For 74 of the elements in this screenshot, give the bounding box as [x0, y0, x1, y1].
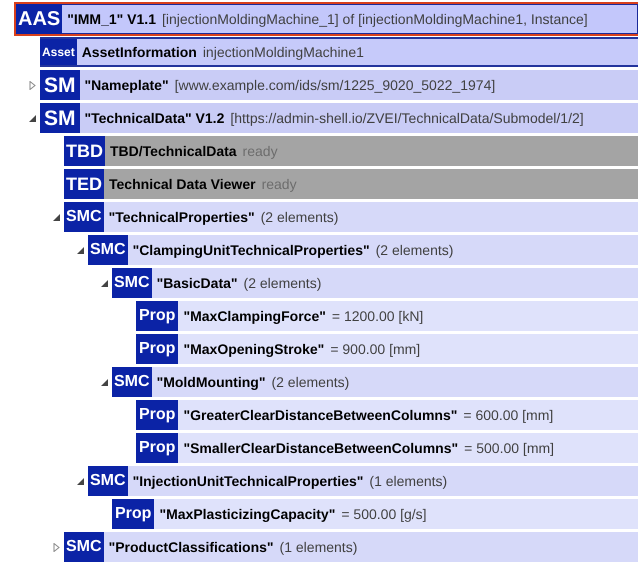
node-detail: (2 elements): [260, 208, 338, 227]
type-badge: Prop: [136, 400, 178, 430]
node-detail: = 500.00 [mm]: [464, 438, 554, 458]
triangle-icon[interactable]: [52, 212, 60, 222]
tree-node[interactable]: SMC "MoldMounting" (2 elements): [112, 367, 638, 397]
tree-node[interactable]: TBD TBD/TechnicalData ready: [64, 136, 638, 166]
type-badge: TBD: [64, 136, 105, 166]
tree-node[interactable]: SMC "ClampingUnitTechnicalProperties" (2 elements): [88, 235, 638, 265]
node-detail: ready: [262, 174, 297, 194]
tree-node[interactable]: SM "Nameplate" [www.example.com/ids/sm/1225_9020_5022_1974]: [40, 70, 638, 100]
node-detail: (2 elements): [271, 372, 350, 392]
node-name: "GreaterClearDistanceBetweenColumns": [183, 406, 458, 424]
node-name: Technical Data Viewer: [109, 174, 256, 194]
node-name: "ProductClassifications": [108, 538, 274, 556]
type-badge: Prop: [136, 433, 178, 463]
type-badge: SMC: [88, 235, 128, 265]
node-name: "TechnicalProperties": [108, 208, 255, 227]
tree-node[interactable]: SM "TechnicalData" V1.2 [https://admin-shell.io/ZVEI/TechnicalData/Submodel/1/2]: [40, 103, 638, 133]
type-badge: SMC: [112, 367, 152, 397]
node-detail: ready: [242, 142, 278, 161]
triangle-icon[interactable]: [76, 476, 84, 486]
node-name: "SmallerClearDistanceBetweenColumns": [183, 438, 458, 458]
triangle-icon[interactable]: [100, 278, 108, 288]
tree-node[interactable]: Prop "MaxOpeningStroke" = 900.00 [mm]: [136, 334, 638, 364]
tree-node[interactable]: SMC "InjectionUnitTechnicalProperties" (1 elements): [88, 466, 638, 496]
node-name: "IMM_1" V1.1: [67, 10, 156, 28]
tree-node[interactable]: Prop "MaxPlasticizingCapacity" = 500.00 [g/s]: [112, 499, 638, 529]
type-badge: Prop: [136, 334, 178, 364]
tree-node[interactable]: Prop "SmallerClearDistanceBetweenColumns" = 500.00 [mm]: [136, 433, 638, 463]
node-name: TBD/TechnicalData: [110, 142, 237, 160]
node-name: "MoldMounting": [156, 372, 266, 392]
node-name: "BasicData": [156, 274, 238, 292]
node-detail: (2 elements): [244, 274, 322, 293]
type-badge: Prop: [112, 499, 154, 529]
node-detail: (1 elements): [280, 538, 358, 557]
node-detail: [injectionMoldingMachine_1] of [injectionMoldingMachine1, Instance]: [162, 10, 588, 29]
node-name: "ClampingUnitTechnicalProperties": [132, 240, 370, 260]
node-detail: injectionMoldingMachine1: [202, 42, 364, 62]
type-badge: Asset: [40, 39, 77, 65]
tree-node[interactable]: SMC "BasicData" (2 elements): [112, 268, 638, 298]
type-badge: AAS: [16, 4, 62, 34]
node-detail: = 1200.00 [kN]: [332, 306, 424, 326]
node-detail: (2 elements): [376, 240, 454, 260]
node-detail: = 600.00 [mm]: [463, 406, 554, 425]
node-name: "MaxPlasticizingCapacity": [159, 504, 336, 524]
node-name: AssetInformation: [82, 42, 197, 62]
node-name: "TechnicalData" V1.2: [84, 108, 224, 128]
tree-node[interactable]: Prop "MaxClampingForce" = 1200.00 [kN]: [136, 301, 638, 331]
tree-node[interactable]: SMC "TechnicalProperties" (2 elements): [64, 202, 638, 232]
node-detail: = 900.00 [mm]: [330, 340, 420, 359]
tree-node[interactable]: AAS "IMM_1" V1.1 [injectionMoldingMachine_1] of [injectionMoldingMachine1, Instance]: [16, 4, 638, 34]
node-detail: = 500.00 [g/s]: [341, 504, 427, 524]
triangle-icon[interactable]: [100, 378, 108, 386]
tree-node[interactable]: SMC "ProductClassifications" (1 elements): [64, 532, 638, 562]
tree-node[interactable]: Asset AssetInformation injectionMoldingMachine1: [40, 37, 638, 67]
tree-node[interactable]: TED Technical Data Viewer ready: [64, 169, 638, 199]
tree-node[interactable]: Prop "GreaterClearDistanceBetweenColumns" = 600.00 [mm]: [136, 400, 638, 430]
node-name: "InjectionUnitTechnicalProperties": [132, 472, 364, 491]
node-name: "MaxClampingForce": [183, 306, 326, 326]
type-badge: SMC: [88, 466, 128, 496]
node-name: "MaxOpeningStroke": [183, 340, 324, 359]
type-badge: SMC: [112, 268, 152, 298]
type-badge: SM: [40, 103, 80, 133]
node-detail: [https://admin-shell.io/ZVEI/TechnicalData/Submodel/1/2]: [230, 108, 584, 128]
type-badge: SM: [40, 70, 80, 100]
node-name: "Nameplate": [84, 76, 169, 95]
node-detail: [www.example.com/ids/sm/1225_9020_5022_1974]: [174, 76, 496, 95]
type-badge: SMC: [64, 532, 104, 562]
type-badge: TED: [64, 169, 104, 199]
triangle-icon[interactable]: [76, 246, 84, 254]
type-badge: Prop: [136, 301, 178, 331]
triangle-icon[interactable]: [28, 114, 36, 122]
type-badge: SMC: [64, 202, 104, 232]
node-detail: (1 elements): [369, 472, 448, 491]
